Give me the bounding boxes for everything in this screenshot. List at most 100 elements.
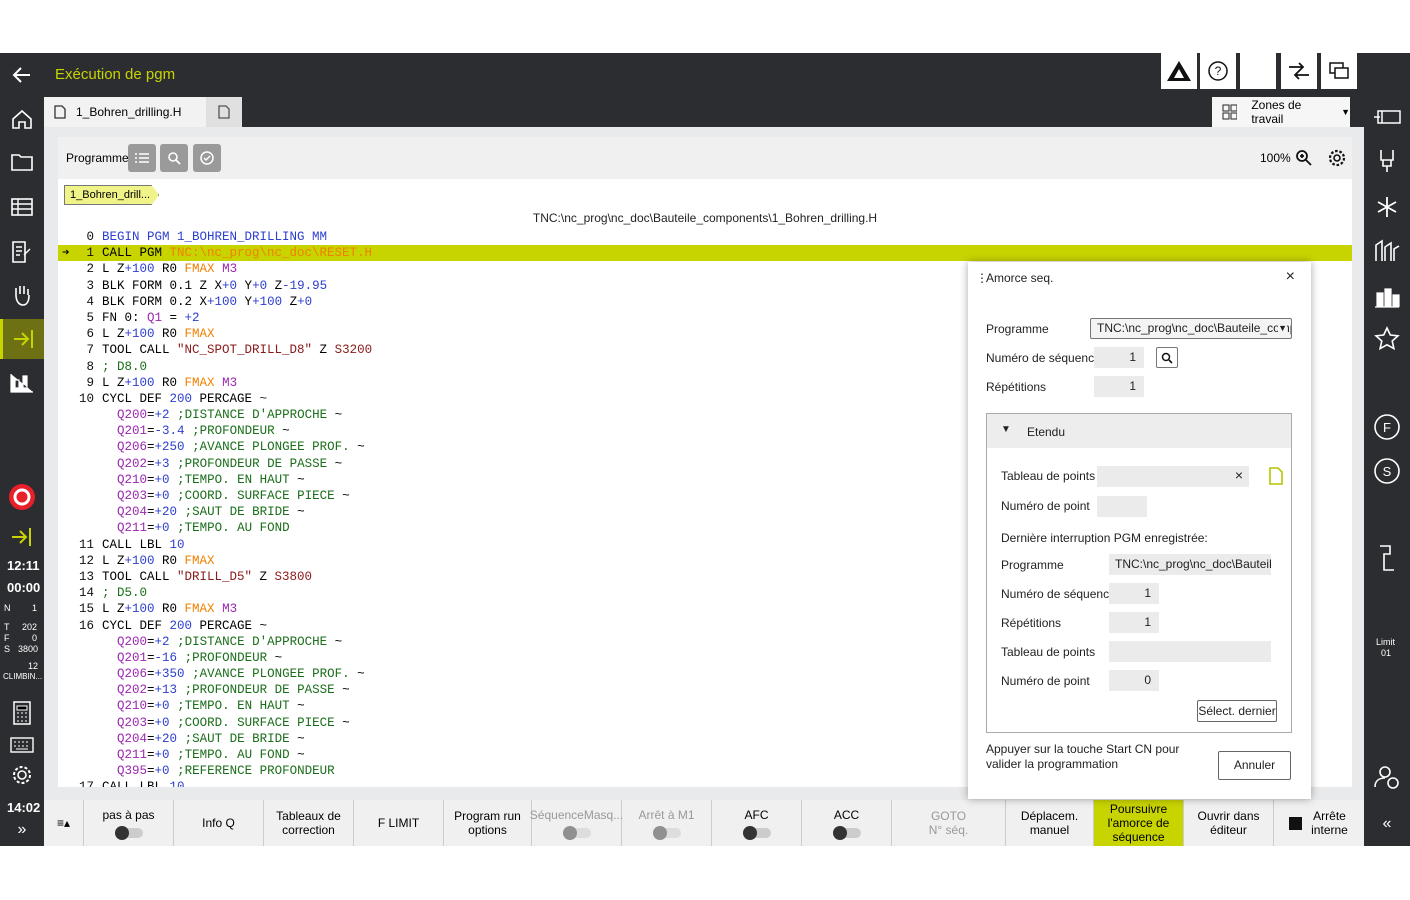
single-step-switch[interactable] (114, 826, 143, 840)
hide-block-toggle[interactable]: SéquenceMasq... (530, 800, 623, 846)
axes-icon[interactable] (1364, 231, 1410, 271)
file-open-icon[interactable] (1269, 467, 1283, 485)
new-tab-button[interactable] (206, 97, 242, 127)
machine-status-icon[interactable] (1364, 277, 1410, 317)
goto-button[interactable]: GOTO N° séq. (892, 800, 1006, 846)
user-icon[interactable] (1364, 757, 1410, 797)
folder-icon[interactable] (0, 142, 44, 182)
afc-label: AFC (744, 808, 769, 822)
code-text: CALL PGM TNC:\nc_prog\nc_doc\RESET.H (102, 246, 373, 261)
programme-select[interactable]: TNC:\nc_prog\nc_doc\Bauteile_compo ▼ (1090, 318, 1292, 339)
hide-block-switch[interactable] (562, 826, 591, 840)
line-number: 4 (86, 294, 94, 309)
zoom-icon[interactable] (1295, 149, 1313, 167)
settings-icon[interactable] (1327, 148, 1347, 168)
line-number: 16 (78, 618, 94, 633)
code-line[interactable]: 1 ➔ CALL PGM TNC:\nc_prog\nc_doc\RESET.H (58, 245, 1352, 262)
close-icon[interactable]: × (1286, 268, 1295, 286)
menu-sort-icon[interactable]: ≡▴ (44, 800, 84, 846)
line-number: 7 (86, 343, 94, 358)
continue-block-scan-button[interactable]: Poursuivre l'amorce de séquence (1094, 800, 1184, 846)
open-in-editor-label: Ouvrir dans éditeur (1197, 809, 1260, 837)
warning-icon[interactable] (1161, 53, 1197, 89)
extended-header[interactable]: ▼ Etendu (987, 414, 1291, 448)
manual-hand-icon[interactable] (0, 275, 44, 315)
internal-stop-button[interactable]: Arrête interne (1274, 800, 1364, 846)
goto-sub-label: N° séq. (928, 823, 969, 837)
code-text: Q203=+0 ;COORD. SURFACE PIECE ~ (117, 715, 350, 730)
search-button[interactable] (160, 144, 188, 172)
stop-circle-icon[interactable] (0, 477, 44, 517)
sequence-number-field[interactable]: 1 (1094, 347, 1144, 368)
machine-icon[interactable] (0, 363, 44, 403)
switch-icon[interactable] (1281, 53, 1317, 89)
svg-text:S: S (1383, 464, 1392, 479)
tab-program-file[interactable]: 1_Bohren_drilling.H (44, 97, 206, 127)
cancel-button[interactable]: Annuler (1218, 751, 1291, 780)
check-button[interactable] (193, 144, 221, 172)
program-run-icon[interactable] (0, 319, 44, 359)
breadcrumb[interactable]: 1_Bohren_drill... (64, 185, 160, 205)
settings-gear-icon[interactable] (0, 755, 44, 795)
info-q-button[interactable]: Info Q (174, 800, 264, 846)
help-icon[interactable]: ? (1200, 53, 1236, 89)
line-number: 13 (78, 569, 94, 584)
table-icon[interactable] (0, 187, 44, 227)
code-text: L Z+100 R0 FMAX M3 (102, 262, 238, 277)
last-point-number-label: Numéro de point (1001, 674, 1090, 688)
windows-icon[interactable] (1321, 53, 1357, 89)
favorite-star-icon[interactable] (1364, 319, 1410, 359)
select-last-button[interactable]: Sélect. dernier (1197, 700, 1277, 722)
line-number: 6 (86, 327, 94, 342)
afc-toggle[interactable]: AFC (712, 800, 802, 846)
program-label: Programme (66, 151, 129, 165)
back-arrow-icon[interactable] (10, 63, 34, 87)
code-text: Q210=+0 ;TEMPO. EN HAUT ~ (117, 472, 305, 487)
sequence-search-button[interactable] (1156, 347, 1178, 368)
select-arrow-icon: ▼ (1278, 319, 1287, 338)
collapse-chevron-icon[interactable]: « (1364, 809, 1410, 839)
code-text: Q206=+250 ;AVANCE PLONGEE PROF. ~ (117, 440, 365, 455)
code-text: TOOL CALL "DRILL_D5" Z S3800 (102, 569, 313, 584)
blank-button[interactable] (1240, 53, 1276, 89)
edit-program-icon[interactable] (0, 232, 44, 272)
afc-switch[interactable] (742, 826, 771, 840)
time-clock: 12:11 (7, 558, 40, 573)
program-run-options-button[interactable]: Program run options (444, 800, 532, 846)
code-text: CALL LBL 10 (102, 780, 185, 787)
manual-move-button[interactable]: Déplacem. manuel (1006, 800, 1094, 846)
point-table-field[interactable]: × (1097, 466, 1249, 487)
acc-switch[interactable] (832, 826, 861, 840)
single-step-toggle[interactable]: pas à pas (84, 800, 174, 846)
last-interruption-label: Dernière interruption PGM enregistrée: (1001, 531, 1208, 545)
correction-tables-button[interactable]: Tableaux de correction (264, 800, 354, 846)
single-step-label: pas à pas (102, 808, 155, 822)
feed-override-icon[interactable]: F (1364, 407, 1410, 447)
coolant-snowflake-icon[interactable] (1364, 187, 1410, 227)
probe-icon[interactable] (1364, 539, 1410, 579)
stop-m1-switch[interactable] (652, 826, 681, 840)
code-text: Q203=+0 ;COORD. SURFACE PIECE ~ (117, 489, 350, 503)
panel-icon[interactable] (1364, 97, 1410, 137)
code-text: BLK FORM 0.1 Z X+0 Y+0 Z-19.95 (102, 278, 328, 293)
workspace-zones-dropdown[interactable]: Zones de travail ▼ (1212, 97, 1350, 127)
run-arrow-icon[interactable] (0, 517, 44, 557)
tool-icon[interactable] (1364, 141, 1410, 181)
stop-m1-toggle[interactable]: Arrêt à M1 (622, 800, 712, 846)
expand-chevron-icon[interactable]: » (0, 815, 44, 845)
line-number: 8 (86, 359, 94, 374)
stop-m1-label: Arrêt à M1 (638, 808, 695, 822)
open-in-editor-button[interactable]: Ouvrir dans éditeur (1184, 800, 1274, 846)
spindle-override-icon[interactable]: S (1364, 451, 1410, 491)
point-number-field[interactable] (1097, 496, 1147, 517)
zones-label: Zones de travail (1251, 98, 1302, 126)
extended-label: Etendu (1027, 425, 1066, 439)
list-view-button[interactable] (128, 144, 156, 172)
repetitions-field[interactable]: 1 (1094, 376, 1144, 397)
code-line[interactable]: 0 BEGIN PGM 1_BOHREN_DRILLING MM (58, 229, 1352, 245)
home-icon[interactable] (0, 99, 44, 139)
acc-toggle[interactable]: ACC (802, 800, 892, 846)
clear-icon[interactable]: × (1235, 467, 1243, 483)
f-limit-button[interactable]: F LIMIT (354, 800, 444, 846)
line-number: 5 (86, 310, 94, 325)
